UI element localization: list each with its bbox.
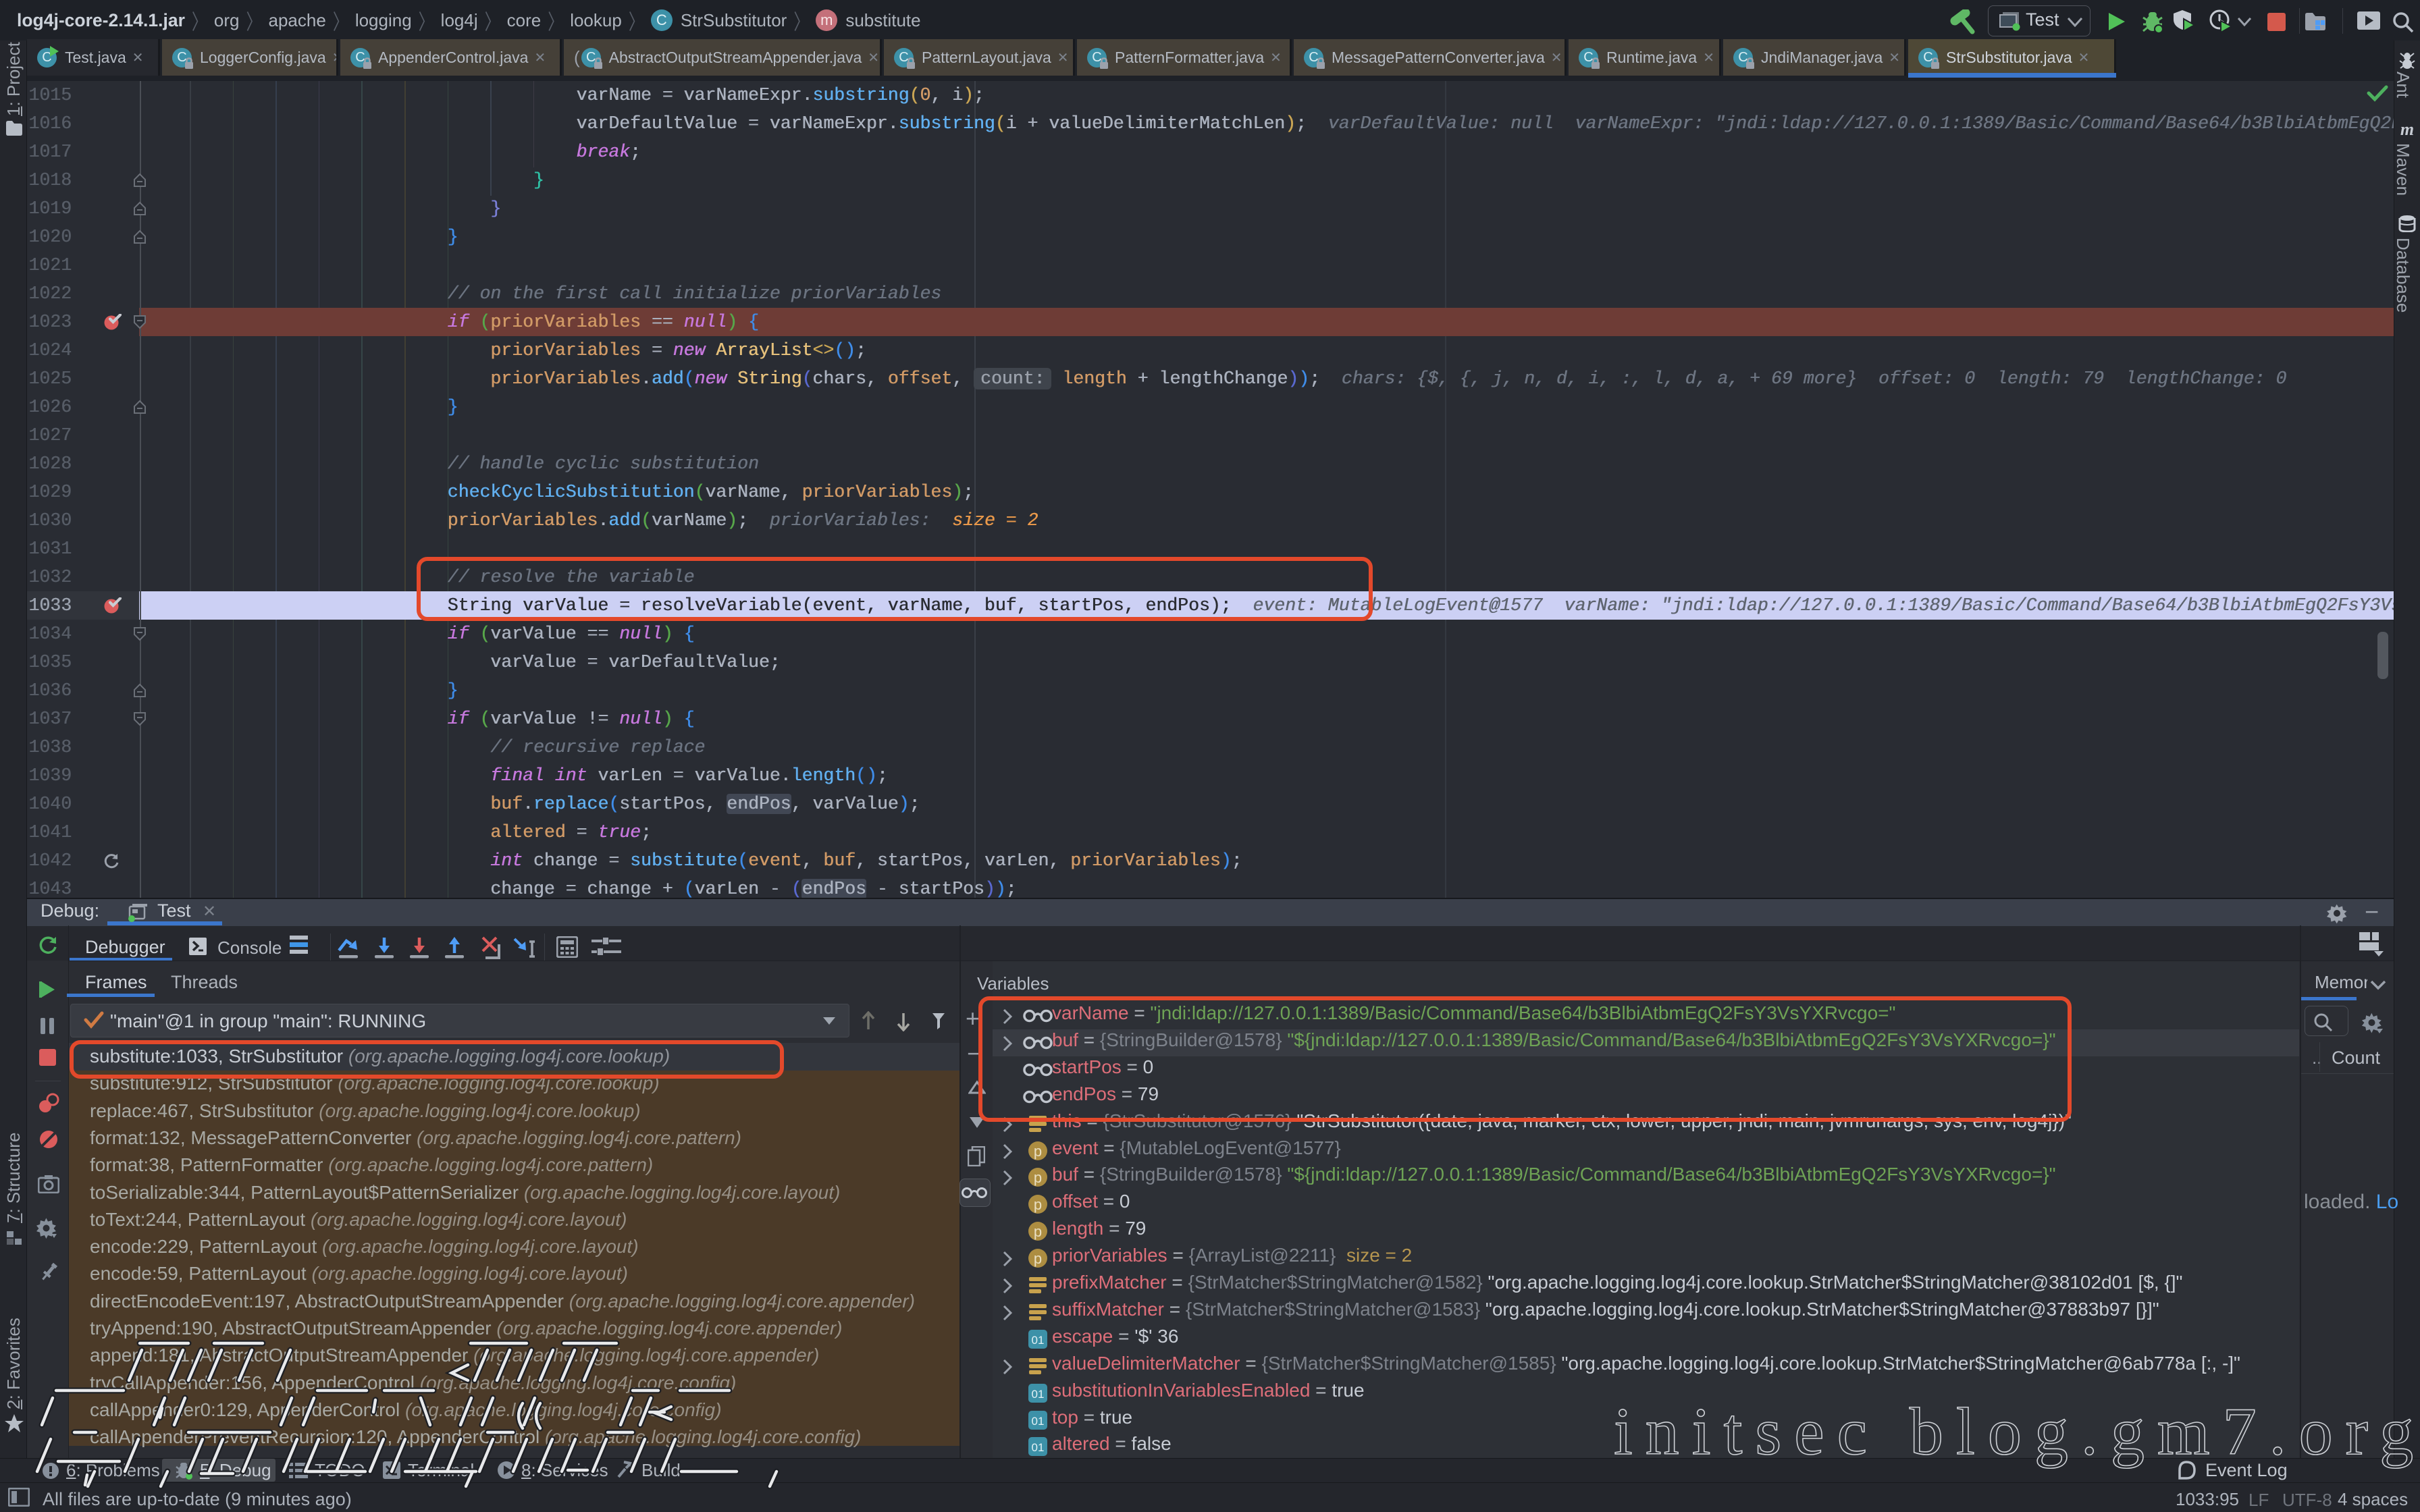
- svg-text:01: 01: [1032, 1334, 1045, 1347]
- svg-text:01: 01: [1032, 1415, 1045, 1428]
- svg-text:p: p: [1034, 1223, 1042, 1240]
- svg-text:p: p: [1034, 1250, 1042, 1267]
- svg-text:p: p: [1034, 1196, 1042, 1213]
- svg-text:p: p: [1034, 1143, 1042, 1160]
- svg-text:01: 01: [1032, 1441, 1045, 1454]
- svg-text:p: p: [1034, 1169, 1042, 1186]
- svg-text:01: 01: [1032, 1388, 1045, 1401]
- svg-text:m: m: [2400, 122, 2414, 138]
